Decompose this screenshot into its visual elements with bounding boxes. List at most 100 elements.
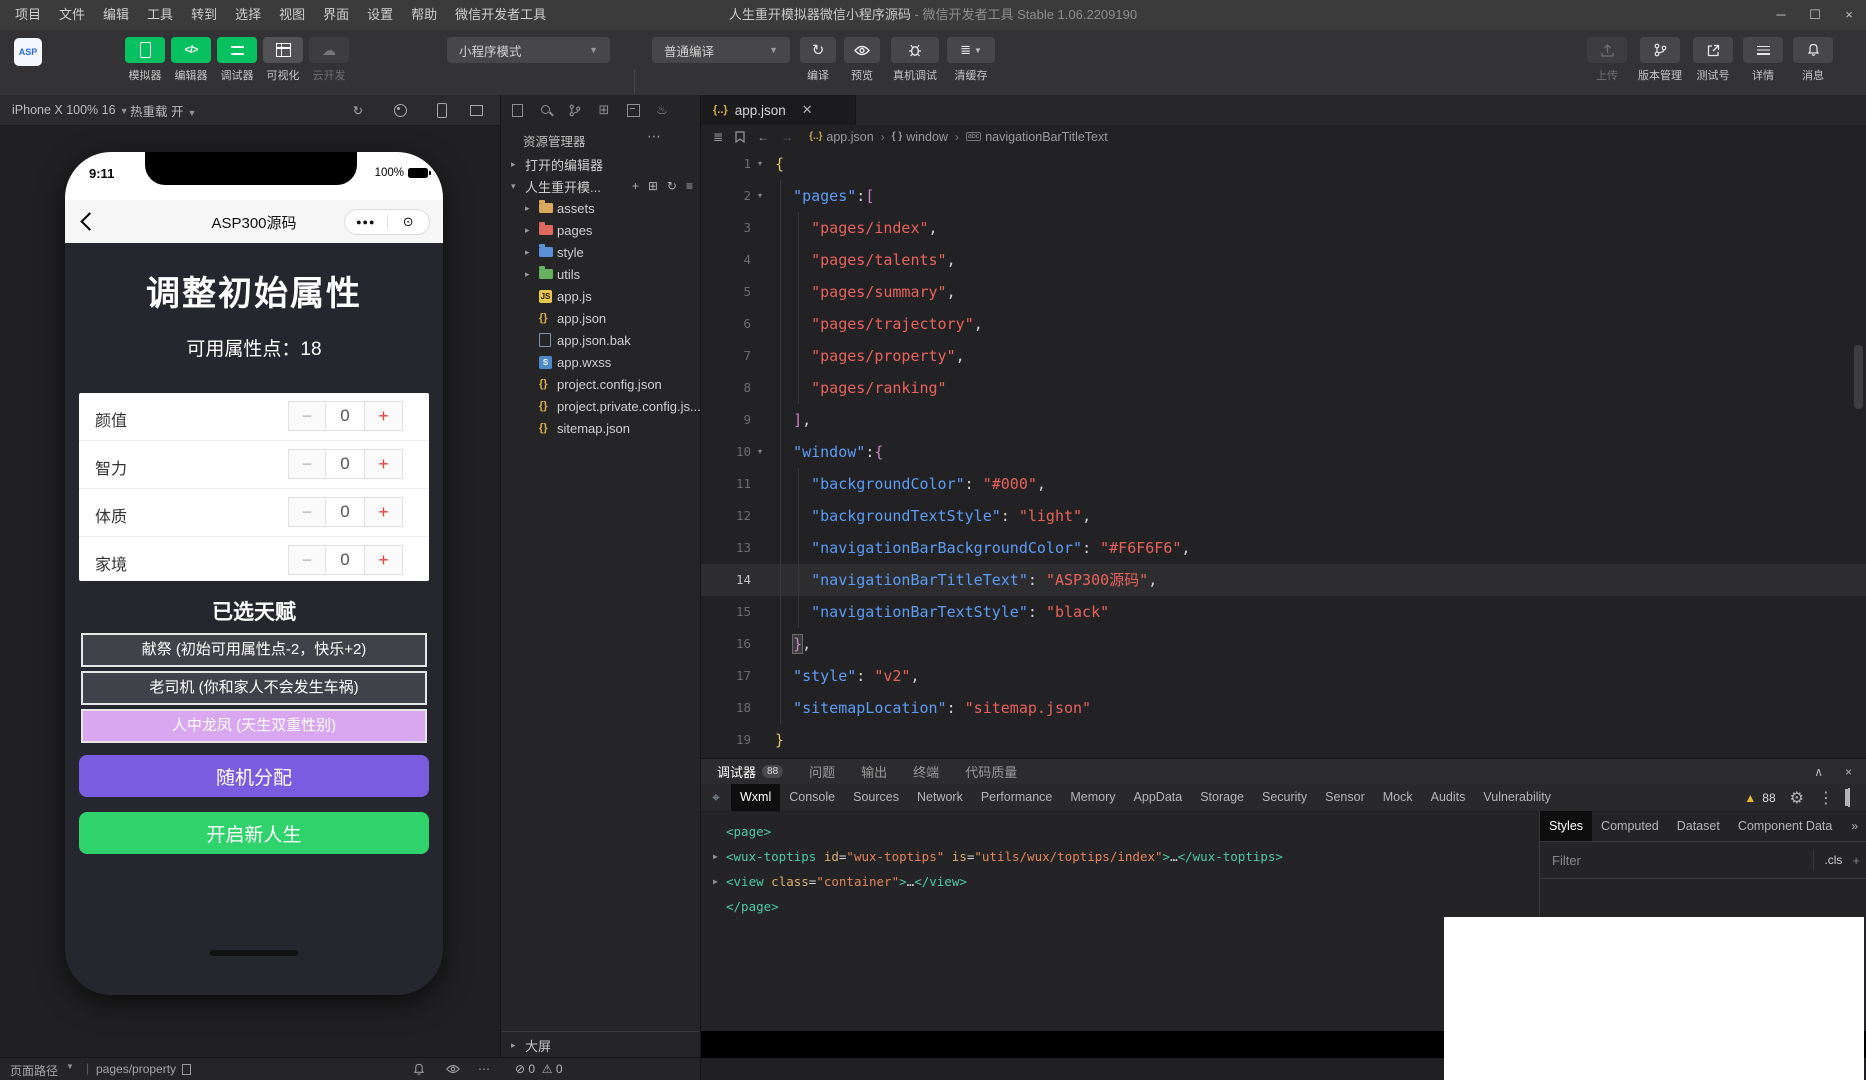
menu-item-2[interactable]: 编辑 (94, 0, 138, 30)
search-icon[interactable] (538, 104, 554, 117)
add-style-icon[interactable]: + (1852, 853, 1860, 868)
clear-cache-button[interactable]: ≣▼ 清缓存 (944, 37, 998, 83)
bookmark-icon[interactable] (735, 131, 745, 143)
copy-path-icon[interactable] (182, 1064, 191, 1075)
breadcrumb-file[interactable]: app.json (826, 130, 873, 144)
devtools-tab-performance[interactable]: Performance (972, 784, 1062, 811)
devtools-tab-security[interactable]: Security (1253, 784, 1316, 811)
devtools-tab-storage[interactable]: Storage (1191, 784, 1253, 811)
plus-button[interactable]: + (364, 449, 403, 479)
more-icon[interactable]: ⋯ (647, 128, 661, 145)
capsule-target-icon[interactable]: ⊙ (388, 214, 430, 230)
maximize-button[interactable]: ☐ (1798, 0, 1832, 30)
outline-icon[interactable]: ≣ (713, 130, 723, 144)
tree-item[interactable]: ▸utils (501, 263, 701, 285)
tree-item[interactable]: JSapp.js (501, 285, 701, 307)
inspector-tab-dataset[interactable]: Dataset (1668, 811, 1729, 841)
editor-toggle[interactable]: </> 编辑器 (168, 37, 214, 83)
talent-item[interactable]: 献祭 (初始可用属性点-2，快乐+2) (81, 633, 427, 667)
collapse-panel-icon[interactable]: ∧ (1814, 765, 1823, 779)
code-line[interactable]: 14 "navigationBarTitleText": "ASP300源码", (701, 564, 1866, 596)
minimize-button[interactable]: ─ (1764, 0, 1798, 30)
tree-item[interactable]: ▸assets (501, 197, 701, 219)
panel-tab-终端[interactable]: 终端 (913, 762, 939, 781)
mode-dropdown[interactable]: 小程序模式▼ (447, 37, 610, 63)
version-control-button[interactable]: 版本管理 (1634, 37, 1686, 83)
tree-item[interactable]: ▸style (501, 241, 701, 263)
menu-item-7[interactable]: 界面 (314, 0, 358, 30)
devtools-tab-mock[interactable]: Mock (1374, 784, 1422, 811)
breadcrumb-window[interactable]: window (906, 130, 948, 144)
panel-tab-代码质量[interactable]: 代码质量 (965, 762, 1017, 781)
menu-item-5[interactable]: 选择 (226, 0, 270, 30)
tree-item[interactable]: {}sitemap.json (501, 417, 701, 439)
talent-item[interactable]: 人中龙凤 (天生双重性别) (81, 709, 427, 743)
tree-item[interactable]: {}app.json (501, 307, 701, 329)
devtools-tab-wxml[interactable]: Wxml (731, 784, 780, 811)
code-line[interactable]: 12 "backgroundTextStyle": "light", (701, 500, 1866, 532)
tree-item[interactable]: {}project.config.json (501, 373, 701, 395)
kebab-menu-icon[interactable]: ⋮ (1818, 788, 1834, 808)
code-line[interactable]: 19} (701, 724, 1866, 756)
code-line[interactable]: 6 "pages/trajectory", (701, 308, 1866, 340)
code-line[interactable]: 1▾{ (701, 148, 1866, 180)
menu-item-1[interactable]: 文件 (50, 0, 94, 30)
tree-item[interactable]: Sapp.wxss (501, 351, 701, 373)
tree-item[interactable]: ▸pages (501, 219, 701, 241)
more-tabs-icon[interactable]: » (1851, 819, 1858, 833)
close-button[interactable]: × (1832, 0, 1866, 30)
code-line[interactable]: 13 "navigationBarBackgroundColor": "#F6F… (701, 532, 1866, 564)
record-icon[interactable] (390, 95, 410, 125)
collapse-icon[interactable]: ≡ (686, 179, 693, 193)
code-line[interactable]: 11 "backgroundColor": "#000", (701, 468, 1866, 500)
inspector-tab-component-data[interactable]: Component Data (1729, 811, 1842, 841)
fold-icon[interactable]: ▾ (758, 180, 762, 212)
problems-counter[interactable]: ⊘ 0 ⚠ 0 (515, 1062, 563, 1076)
details-button[interactable]: 详情 (1740, 37, 1786, 83)
menu-item-3[interactable]: 工具 (138, 0, 182, 30)
minus-button[interactable]: − (288, 497, 326, 527)
bottom-section-bigscreen[interactable]: ▸ 大屏 (501, 1031, 701, 1058)
device-selector[interactable]: iPhone X 100% 16▼ (0, 103, 128, 117)
tree-item[interactable]: ▾人生重开模...+⊞↻≡ (501, 175, 701, 197)
code-line[interactable]: 3 "pages/index", (701, 212, 1866, 244)
devtools-tab-appdata[interactable]: AppData (1125, 784, 1192, 811)
tree-item[interactable]: app.json.bak (501, 329, 701, 351)
editor-scrollbar[interactable] (1854, 345, 1863, 409)
menu-item-8[interactable]: 设置 (358, 0, 402, 30)
panel-tab-输出[interactable]: 输出 (861, 762, 887, 781)
messages-button[interactable]: 消息 (1790, 37, 1836, 83)
cls-toggle[interactable]: .cls (1824, 853, 1842, 867)
devtools-tab-sources[interactable]: Sources (844, 784, 908, 811)
visualization-toggle[interactable]: 可视化 (260, 37, 306, 83)
account-avatar[interactable]: ASP (14, 38, 42, 66)
code-line[interactable]: 2▾ "pages":[ (701, 180, 1866, 212)
devtools-tab-memory[interactable]: Memory (1061, 784, 1124, 811)
hot-reload-toggle[interactable]: 热重载 开▼ (130, 101, 196, 120)
plus-button[interactable]: + (364, 497, 403, 527)
menu-item-9[interactable]: 帮助 (402, 0, 446, 30)
code-line[interactable]: 8 "pages/ranking" (701, 372, 1866, 404)
layout-icon[interactable]: ⊞ (596, 102, 612, 118)
wxml-line[interactable]: ▶<view class="container">…</view> (713, 869, 1553, 894)
close-tab-icon[interactable]: ✕ (802, 102, 813, 118)
menu-item-0[interactable]: 项目 (6, 0, 50, 30)
inspector-tab-computed[interactable]: Computed (1592, 811, 1668, 841)
random-assign-button[interactable]: 随机分配 (79, 755, 429, 797)
page-path-label[interactable]: 页面路径 (10, 1062, 58, 1079)
compile-pot-icon[interactable]: ♨ (654, 102, 670, 118)
inspect-element-icon[interactable]: ⌖ (701, 789, 731, 806)
code-line[interactable]: 7 "pages/property", (701, 340, 1866, 372)
tree-item[interactable]: ▸打开的编辑器 (501, 153, 701, 175)
warning-badge[interactable]: ▲ (1744, 789, 1756, 807)
code-line[interactable]: 15 "navigationBarTextStyle": "black" (701, 596, 1866, 628)
settings-gear-icon[interactable]: ⚙ (1790, 788, 1804, 808)
talent-item[interactable]: 老司机 (你和家人不会发生车祸) (81, 671, 427, 705)
fold-icon[interactable]: ▾ (758, 148, 762, 180)
new-file-icon[interactable]: + (632, 179, 639, 193)
filter-input[interactable] (1540, 852, 1734, 869)
devtools-tab-audits[interactable]: Audits (1422, 784, 1475, 811)
start-life-button[interactable]: 开启新人生 (79, 812, 429, 854)
wxml-line[interactable]: ▶<wux-toptips id="wux-toptips" is="utils… (713, 844, 1553, 869)
code-line[interactable]: 18 "sitemapLocation": "sitemap.json" (701, 692, 1866, 724)
